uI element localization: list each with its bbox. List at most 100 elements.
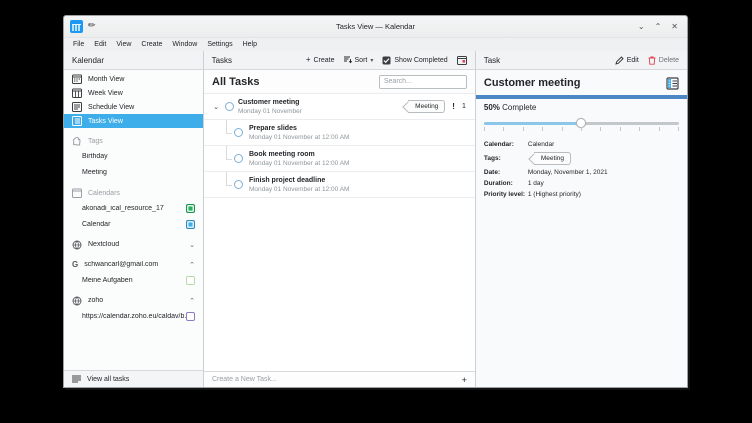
view-all-tasks-button[interactable]: View all tasks	[64, 370, 203, 387]
close-button[interactable]: ✕	[671, 23, 678, 31]
sort-button[interactable]: Sort ▾	[344, 56, 374, 64]
task-details-icon	[666, 77, 679, 90]
sidebar-header-title: Kalendar	[72, 56, 104, 65]
task-list: ⌄ Customer meeting Monday 01 November Me…	[204, 93, 475, 371]
plus-icon: +	[306, 56, 311, 64]
task-checkbox[interactable]	[234, 128, 243, 137]
trash-icon	[648, 56, 656, 65]
sidebar-item-week-view[interactable]: Week View	[64, 86, 203, 100]
chevron-down-icon[interactable]: ⌄	[189, 241, 195, 249]
chevron-up-icon[interactable]: ⌃	[189, 297, 195, 305]
create-new-task-placeholder[interactable]: Create a New Task...	[212, 376, 277, 383]
show-completed-toggle[interactable]: Show Completed	[382, 56, 447, 65]
sidebar-tag-meeting[interactable]: Meeting	[64, 164, 203, 180]
menu-view[interactable]: View	[111, 41, 136, 48]
task-checkbox[interactable]	[225, 102, 234, 111]
sidebar-account-nextcloud[interactable]: Nextcloud ⌄	[64, 237, 203, 252]
panel-headers: Kalendar Tasks + Create Sort ▾	[64, 51, 687, 70]
sidebar-account-gmail[interactable]: G schwancarl@gmail.com ⌃	[64, 257, 203, 272]
calendar-checkbox-zoho[interactable]	[186, 312, 195, 321]
sidebar-item-month-view[interactable]: Month View	[64, 72, 203, 86]
detail-label-priority: Priority level:	[484, 191, 528, 198]
create-task-button[interactable]: + Create	[306, 56, 335, 64]
detail-value-duration: 1 day	[528, 180, 679, 187]
menu-help[interactable]: Help	[238, 41, 262, 48]
delete-task-button[interactable]: Delete	[648, 56, 679, 65]
pin-icon[interactable]	[88, 22, 97, 31]
sort-icon	[344, 56, 352, 64]
globe-icon	[72, 240, 82, 250]
calendar-due-icon	[457, 55, 467, 65]
detail-value-date: Monday, November 1, 2021	[528, 169, 679, 176]
globe-icon	[72, 296, 82, 306]
calendar-checkbox-calendar[interactable]	[186, 220, 195, 229]
task-row-customer-meeting[interactable]: ⌄ Customer meeting Monday 01 November Me…	[204, 94, 475, 120]
detail-label-tags: Tags:	[484, 155, 528, 162]
sidebar-calendar-zoho-url[interactable]: https://calendar.zoho.eu/caldav/b...	[64, 308, 203, 324]
google-icon: G	[72, 260, 78, 269]
kalendar-window: Tasks View — Kalendar ⌄ ⌃ ✕ File Edit Vi…	[63, 15, 688, 388]
month-view-icon	[72, 74, 82, 84]
sidebar-calendar-calendar[interactable]: Calendar	[64, 216, 203, 232]
sidebar-calendar-meine-aufgaben[interactable]: Meine Aufgaben	[64, 272, 203, 288]
titlebar[interactable]: Tasks View — Kalendar ⌄ ⌃ ✕	[64, 16, 687, 38]
sidebar: Month View Week View Schedule View	[64, 70, 204, 387]
tag-icon	[72, 137, 82, 146]
kalendar-app-icon	[70, 20, 83, 33]
sidebar-item-schedule-view[interactable]: Schedule View	[64, 100, 203, 114]
detail-label-calendar: Calendar:	[484, 141, 528, 148]
window-title: Tasks View — Kalendar	[64, 22, 687, 31]
tasks-header-title: Tasks	[212, 56, 232, 65]
detail-value-priority: 1 (Highest priority)	[528, 191, 679, 198]
progress-slider[interactable]	[484, 119, 679, 133]
checkbox-checked-icon	[382, 56, 391, 65]
completion-label: 50% Complete	[476, 99, 687, 112]
priority-value: 1	[462, 103, 466, 110]
chevron-down-icon[interactable]: ⌄	[211, 103, 221, 111]
plus-icon[interactable]: +	[462, 375, 467, 385]
calendar-checkbox-meine-aufgaben[interactable]	[186, 276, 195, 285]
create-new-task-row[interactable]: Create a New Task... +	[204, 371, 475, 387]
calendars-section-header[interactable]: Calendars	[64, 186, 203, 200]
all-tasks-title: All Tasks	[212, 76, 260, 88]
menu-window[interactable]: Window	[167, 41, 202, 48]
menubar: File Edit View Create Window Settings He…	[64, 38, 687, 51]
tags-section-header[interactable]: Tags	[64, 134, 203, 148]
due-date-filter-button[interactable]	[457, 55, 467, 65]
priority-icon: !	[452, 102, 455, 111]
maximize-button[interactable]: ⌃	[655, 23, 662, 31]
pencil-icon	[615, 56, 624, 65]
sidebar-item-tasks-view[interactable]: Tasks View	[64, 114, 203, 128]
detail-label-duration: Duration:	[484, 180, 528, 187]
menu-file[interactable]: File	[68, 41, 89, 48]
schedule-view-icon	[72, 102, 82, 112]
sidebar-account-zoho[interactable]: zoho ⌃	[64, 293, 203, 308]
task-checkbox[interactable]	[234, 180, 243, 189]
edit-task-button[interactable]: Edit	[615, 56, 639, 65]
task-detail-title: Customer meeting	[484, 77, 581, 89]
chevron-down-icon: ▾	[370, 57, 373, 64]
task-row-finish-project-deadline[interactable]: Finish project deadline Monday 01 Novemb…	[204, 172, 475, 198]
calendar-checkbox-akonadi[interactable]	[186, 204, 195, 213]
task-row-prepare-slides[interactable]: Prepare slides Monday 01 November at 12:…	[204, 120, 475, 146]
sidebar-calendar-akonadi[interactable]: akonadi_ical_resource_17	[64, 200, 203, 216]
menu-settings[interactable]: Settings	[202, 41, 237, 48]
week-view-icon	[72, 88, 82, 98]
tag-chip-meeting[interactable]: Meeting	[408, 100, 445, 113]
search-input[interactable]	[379, 75, 467, 89]
detail-value-calendar: Calendar	[528, 141, 679, 148]
sidebar-tag-birthday[interactable]: Birthday	[64, 148, 203, 164]
task-row-book-meeting-room[interactable]: Book meeting room Monday 01 November at …	[204, 146, 475, 172]
calendar-icon	[72, 188, 82, 198]
task-detail-panel: Customer meeting 50% Complete	[476, 70, 687, 387]
minimize-button[interactable]: ⌄	[638, 23, 645, 31]
task-checkbox[interactable]	[234, 154, 243, 163]
task-details: Calendar: Calendar Tags: Meeting Date: M…	[476, 133, 687, 198]
tag-chip-meeting[interactable]: Meeting	[534, 152, 571, 165]
menu-create[interactable]: Create	[136, 41, 167, 48]
menu-edit[interactable]: Edit	[89, 41, 111, 48]
tasks-view-icon	[72, 116, 82, 126]
detail-label-date: Date:	[484, 169, 528, 176]
tasks-panel: All Tasks ⌄ Customer meeting Monday 01 N…	[204, 70, 476, 387]
chevron-up-icon[interactable]: ⌃	[189, 261, 195, 269]
